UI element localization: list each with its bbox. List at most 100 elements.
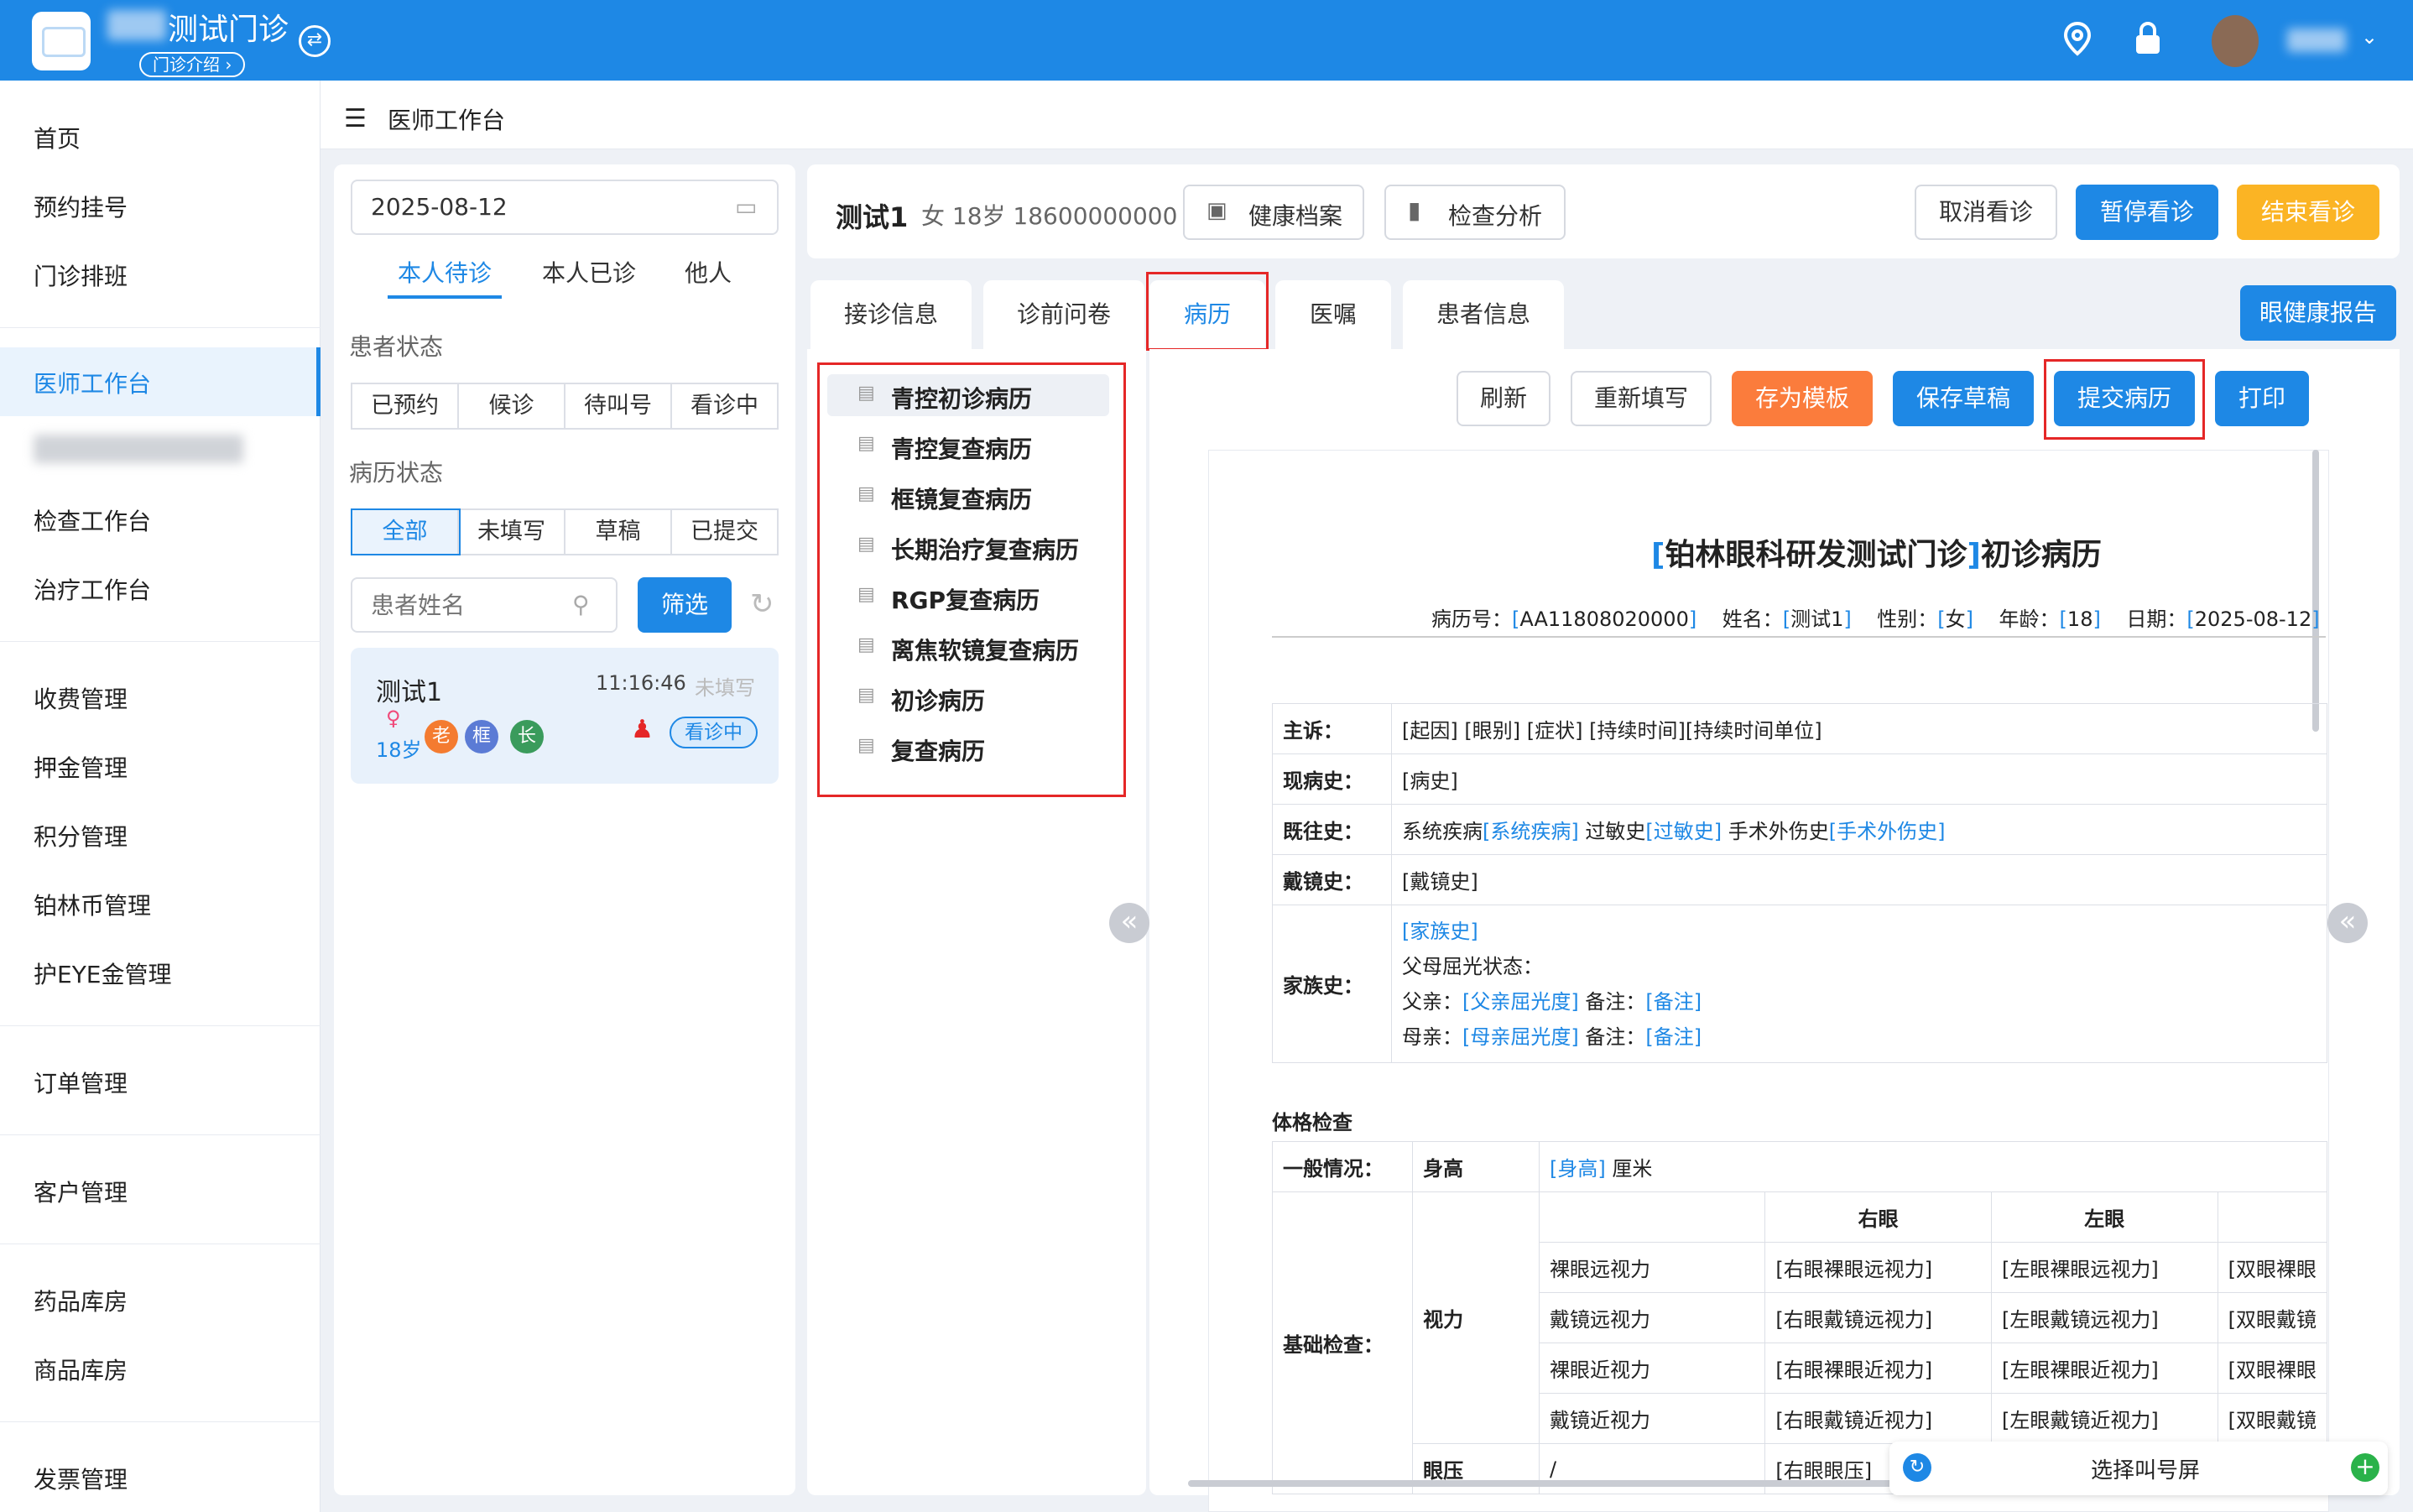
scrollbar-vertical[interactable]	[2312, 450, 2319, 732]
sidebar-item-appointment[interactable]: 预约挂号	[34, 190, 128, 223]
vision-right-field[interactable]: [右眼戴镜远视力]	[1764, 1292, 1992, 1343]
menu-collapse-icon[interactable]: ☰	[344, 104, 367, 133]
sidebar-item-charges[interactable]: 收费管理	[34, 681, 128, 715]
vision-left-field[interactable]: [左眼裸眼远视力]	[1990, 1242, 2218, 1293]
record-status-submitted[interactable]: 已提交	[672, 510, 777, 554]
exam-analysis-button[interactable]: ▮ 检查分析	[1384, 185, 1566, 240]
title-divider	[1272, 636, 2326, 638]
vision-right-field[interactable]: [右眼戴镜近视力]	[1764, 1393, 1992, 1444]
clinic-intro-link[interactable]: 门诊介绍 ›	[139, 52, 246, 77]
status-to-call[interactable]: 待叫号	[565, 384, 672, 428]
call-screen-refresh-icon[interactable]: ↻	[1903, 1453, 1931, 1482]
sidebar-item-doctor-workbench[interactable]: 医师工作台	[34, 366, 151, 399]
past-history-field[interactable]: 系统疾病[系统疾病] 过敏史[过敏史] 手术外伤史[手术外伤史]	[1391, 804, 2327, 855]
record-status-empty[interactable]: 未填写	[459, 510, 565, 554]
vision-right-field[interactable]: [右眼裸眼远视力]	[1764, 1242, 1992, 1293]
eye-health-report-button[interactable]: 眼健康报告	[2240, 285, 2396, 341]
vision-both-field[interactable]: [双眼戴镜	[2217, 1393, 2328, 1444]
highlight-submit-button	[2044, 359, 2205, 440]
vision-both-field[interactable]: [双眼裸眼	[2217, 1242, 2328, 1293]
calendar-icon[interactable]: ▭	[735, 193, 757, 221]
sidebar-item-customers[interactable]: 客户管理	[34, 1175, 128, 1208]
sidebar-item-coins[interactable]: 铂林币管理	[34, 888, 151, 921]
health-file-label: 健康档案	[1248, 202, 1343, 230]
avatar[interactable]	[2212, 15, 2259, 67]
record-status-segment: 全部 未填写 草稿 已提交	[351, 508, 779, 555]
health-file-button[interactable]: ▣ 健康档案	[1183, 185, 1364, 240]
refresh-button[interactable]: 刷新	[1457, 371, 1550, 426]
patient-card-time: 11:16:46	[596, 671, 686, 695]
title-bracket: ]	[1967, 538, 1981, 572]
status-in-visit[interactable]: 看诊中	[672, 384, 777, 428]
vision-left-field[interactable]: [左眼戴镜近视力]	[1990, 1393, 2218, 1444]
record-status-draft[interactable]: 草稿	[565, 510, 672, 554]
switch-icon[interactable]: ⇄	[299, 25, 331, 57]
refresh-icon[interactable]: ↻	[750, 587, 774, 621]
tab-my-pending[interactable]: 本人待诊	[398, 255, 492, 289]
print-button[interactable]: 打印	[2215, 371, 2309, 426]
sidebar-divider	[0, 1134, 321, 1135]
present-history-field[interactable]: [病史]	[1391, 753, 2327, 805]
tab-patient-info[interactable]: 患者信息	[1403, 280, 1564, 349]
vision-row-label: 裸眼近视力	[1539, 1343, 1766, 1394]
sidebar-item-home[interactable]: 首页	[34, 121, 81, 154]
sidebar-item-schedule[interactable]: 门诊排班	[34, 258, 128, 292]
meta-label: 日期：	[2126, 607, 2187, 631]
add-icon[interactable]: +	[2351, 1453, 2379, 1482]
height-field[interactable]: [身高] 厘米	[1539, 1141, 2327, 1192]
vision-both-field[interactable]: [双眼裸眼	[2217, 1343, 2328, 1394]
save-draft-button[interactable]: 保存草稿	[1893, 371, 2034, 426]
tab-reception[interactable]: 接诊信息	[810, 280, 972, 349]
user-name-blurred[interactable]	[2287, 29, 2346, 52]
search-icon[interactable]: ⚲	[572, 591, 590, 618]
parent-state-label: 父母屈光状态：	[1402, 954, 1543, 978]
clinic-title: 测试门诊	[168, 13, 289, 47]
patient-card[interactable]	[351, 648, 779, 784]
sidebar-item-orders[interactable]: 订单管理	[34, 1066, 128, 1099]
sidebar-item-invoice[interactable]: 发票管理	[34, 1462, 128, 1495]
id-card-icon: ▣	[1206, 198, 1227, 223]
collapse-left-icon[interactable]: «	[1109, 903, 1149, 943]
family-placeholder[interactable]: [家族史]	[1402, 914, 2317, 949]
location-icon[interactable]	[2061, 20, 2094, 65]
cancel-visit-button[interactable]: 取消看诊	[1915, 185, 2057, 240]
refill-button[interactable]: 重新填写	[1571, 371, 1712, 426]
sidebar-item-exam-workbench[interactable]: 检查工作台	[34, 503, 151, 537]
tab-my-done[interactable]: 本人已诊	[542, 255, 636, 289]
sidebar-divider	[0, 1025, 321, 1026]
filter-button[interactable]: 筛选	[638, 577, 732, 633]
finish-visit-button[interactable]: 结束看诊	[2237, 185, 2379, 240]
meta-record-no: AA11808020000	[1519, 607, 1689, 631]
record-title: [铂林眼科研发测试门诊]初诊病历	[1651, 530, 2102, 574]
vision-left-field[interactable]: [左眼戴镜远视力]	[1990, 1292, 2218, 1343]
family-history-field[interactable]: [家族史] 父母屈光状态： 父亲：[父亲屈光度] 备注：[备注] 母亲：[母亲屈…	[1391, 905, 2327, 1063]
vision-left-field[interactable]: [左眼裸眼近视力]	[1990, 1343, 2218, 1394]
clinic-logo	[32, 12, 91, 70]
save-template-button[interactable]: 存为模板	[1732, 371, 1873, 426]
vision-right-field[interactable]: [右眼裸眼近视力]	[1764, 1343, 1992, 1394]
sidebar-item-goods-store[interactable]: 商品库房	[34, 1353, 128, 1386]
collapse-right-icon[interactable]: «	[2327, 903, 2368, 943]
complaint-field[interactable]: [起因] [眼别] [症状] [持续时间][持续时间单位]	[1391, 703, 2327, 754]
tab-questionnaire[interactable]: 诊前问卷	[983, 280, 1144, 349]
sidebar-item-drug-store[interactable]: 药品库房	[34, 1284, 128, 1317]
record-title-org: 铂林眼科研发测试门诊	[1665, 538, 1967, 572]
sidebar-item-deposit[interactable]: 押金管理	[34, 750, 128, 784]
status-waiting[interactable]: 候诊	[459, 384, 565, 428]
sidebar-item-blurred[interactable]	[34, 435, 243, 463]
vision-both-field[interactable]: [双眼戴镜	[2217, 1292, 2328, 1343]
sidebar-item-eye-fund[interactable]: 护EYE金管理	[34, 957, 172, 990]
tab-orders[interactable]: 医嘱	[1275, 280, 1391, 349]
meta-name: 测试1	[1790, 607, 1844, 631]
sidebar-item-points[interactable]: 积分管理	[34, 819, 128, 852]
tab-others[interactable]: 他人	[685, 255, 732, 289]
record-status-all[interactable]: 全部	[351, 508, 461, 555]
lock-icon[interactable]	[2133, 20, 2163, 65]
chevron-down-icon[interactable]: ⌄	[2361, 25, 2378, 49]
female-icon: ♀	[386, 706, 401, 730]
sidebar-item-treatment-workbench[interactable]: 治疗工作台	[34, 572, 151, 606]
status-booked[interactable]: 已预约	[352, 384, 459, 428]
date-picker[interactable]: 2025-08-12	[351, 180, 779, 235]
glasses-history-field[interactable]: [戴镜史]	[1391, 854, 2327, 905]
pause-visit-button[interactable]: 暂停看诊	[2076, 185, 2218, 240]
